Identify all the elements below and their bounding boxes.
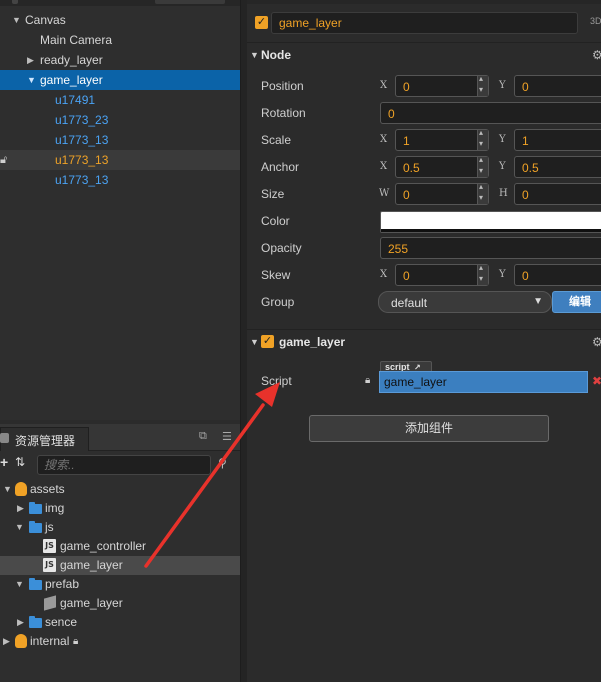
- annotation-arrow-shaft: [144, 403, 265, 568]
- annotation-arrow-icon: [144, 382, 280, 568]
- annotation-arrow-head: [255, 382, 280, 407]
